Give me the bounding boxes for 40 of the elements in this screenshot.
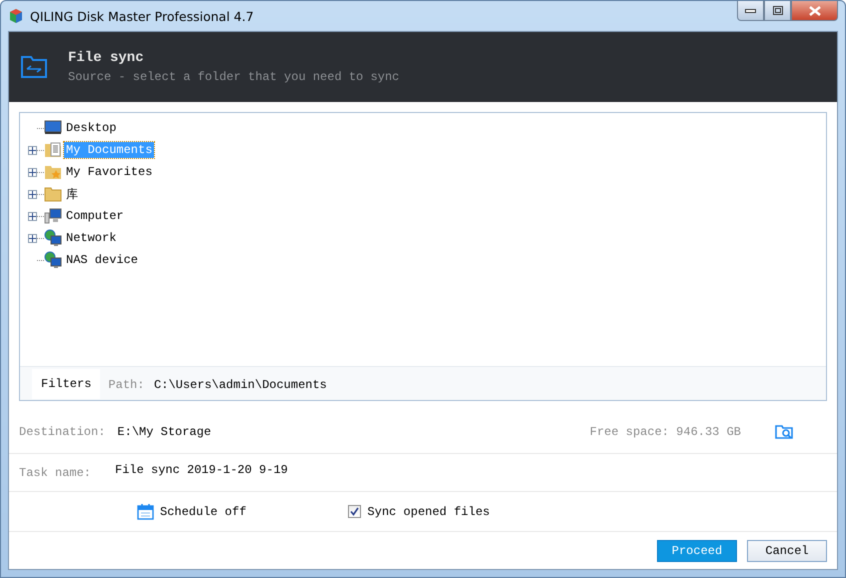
expand-icon[interactable] bbox=[28, 212, 37, 220]
expand-icon[interactable] bbox=[28, 234, 37, 242]
cancel-button[interactable]: Cancel bbox=[747, 540, 827, 562]
path-label: Path: bbox=[108, 378, 144, 392]
destination-value: E:\My Storage bbox=[117, 425, 212, 439]
close-button[interactable] bbox=[791, 1, 838, 21]
sync-checkbox[interactable] bbox=[348, 505, 362, 518]
schedule-text[interactable]: Schedule off bbox=[160, 504, 246, 518]
close-icon bbox=[808, 6, 820, 16]
star-folder-icon bbox=[44, 163, 62, 181]
header-title: File sync bbox=[68, 50, 145, 66]
filters-button[interactable]: Filters bbox=[32, 368, 100, 398]
sync-opened-files-label: Sync opened files bbox=[367, 504, 490, 518]
document-folder-icon bbox=[44, 141, 62, 159]
tree-item[interactable]: My Favorites bbox=[64, 164, 154, 180]
calendar-icon[interactable] bbox=[137, 503, 154, 520]
expand-icon[interactable] bbox=[28, 146, 37, 154]
browse-folder-icon[interactable] bbox=[775, 424, 793, 440]
task-name-label: Task name: bbox=[19, 466, 92, 480]
tree-item[interactable]: Network bbox=[64, 230, 118, 246]
folder-sync-icon bbox=[20, 55, 48, 79]
expand-icon[interactable] bbox=[28, 168, 37, 176]
minimize-icon bbox=[745, 8, 756, 12]
app-logo-icon bbox=[8, 8, 24, 24]
tree-item[interactable]: Desktop bbox=[64, 120, 118, 136]
free-space-text: Free space: 946.33 GB bbox=[590, 425, 741, 439]
path-value: C:\Users\admin\Documents bbox=[154, 378, 327, 392]
tree-item[interactable]: 库 bbox=[64, 184, 80, 204]
maximize-icon bbox=[772, 6, 782, 15]
maximize-button[interactable] bbox=[764, 1, 791, 21]
tree-item[interactable]: NAS device bbox=[64, 252, 140, 268]
expand-icon[interactable] bbox=[28, 190, 37, 198]
task-name-value: File sync 2019-1-20 9-19 bbox=[115, 462, 288, 476]
destination-label: Destination: bbox=[19, 425, 106, 439]
window-title: QILING Disk Master Professional 4.7 bbox=[30, 8, 254, 24]
monitor-icon bbox=[44, 119, 62, 137]
header-subtitle: Source - select a folder that you need to sync bbox=[68, 70, 400, 84]
tree-item[interactable]: Computer bbox=[64, 208, 126, 224]
folder-icon bbox=[44, 185, 62, 203]
minimize-button[interactable] bbox=[737, 1, 764, 21]
